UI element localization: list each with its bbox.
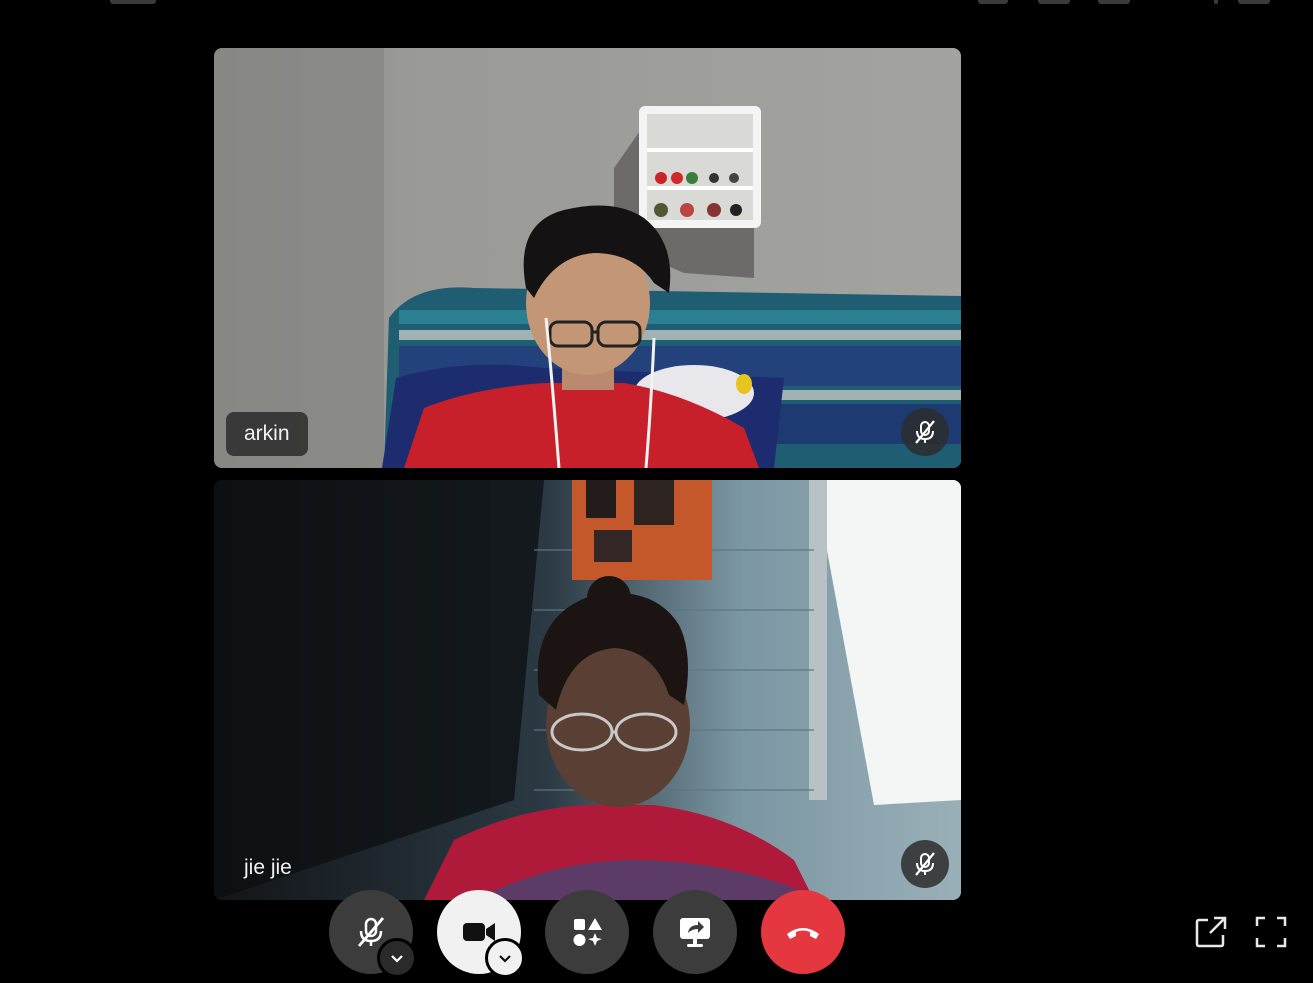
top-toolbar bbox=[0, 0, 1313, 10]
mic-off-icon bbox=[901, 408, 949, 456]
chevron-down-icon bbox=[391, 955, 403, 963]
toolbar-icon-left[interactable] bbox=[110, 0, 156, 4]
pop-out-button[interactable] bbox=[1193, 914, 1229, 950]
pop-out-icon bbox=[1195, 916, 1227, 948]
participant-name-tag: jie jie bbox=[244, 856, 292, 879]
participant-name-tag: arkin bbox=[226, 412, 308, 456]
effects-button[interactable] bbox=[545, 890, 629, 974]
participant-video bbox=[214, 480, 961, 900]
end-call-button[interactable] bbox=[761, 890, 845, 974]
mic-off-icon bbox=[901, 840, 949, 888]
participant-tile[interactable]: arkin bbox=[214, 48, 961, 468]
participant-tile[interactable]: jie jie bbox=[214, 480, 961, 900]
participant-video bbox=[214, 48, 961, 468]
fullscreen-icon bbox=[1255, 916, 1287, 948]
mic-options-caret[interactable] bbox=[377, 938, 417, 978]
chevron-down-icon bbox=[499, 955, 511, 963]
toolbar-icon-participants[interactable] bbox=[978, 0, 1008, 4]
phone-hangup-icon bbox=[787, 928, 819, 939]
camera-options-caret[interactable] bbox=[485, 938, 525, 978]
screen-share-button[interactable] bbox=[653, 890, 737, 974]
toolbar-icon-grid[interactable] bbox=[1038, 0, 1070, 4]
toolbar-icon-chat[interactable] bbox=[1098, 0, 1130, 4]
toolbar-divider bbox=[1214, 0, 1218, 4]
toolbar-icon-right[interactable] bbox=[1238, 0, 1270, 4]
effects-shapes-icon bbox=[573, 918, 602, 946]
screen-share-icon bbox=[680, 918, 710, 947]
call-controls-bar bbox=[0, 890, 1313, 983]
photo-frame bbox=[572, 480, 712, 580]
fullscreen-button[interactable] bbox=[1253, 914, 1289, 950]
